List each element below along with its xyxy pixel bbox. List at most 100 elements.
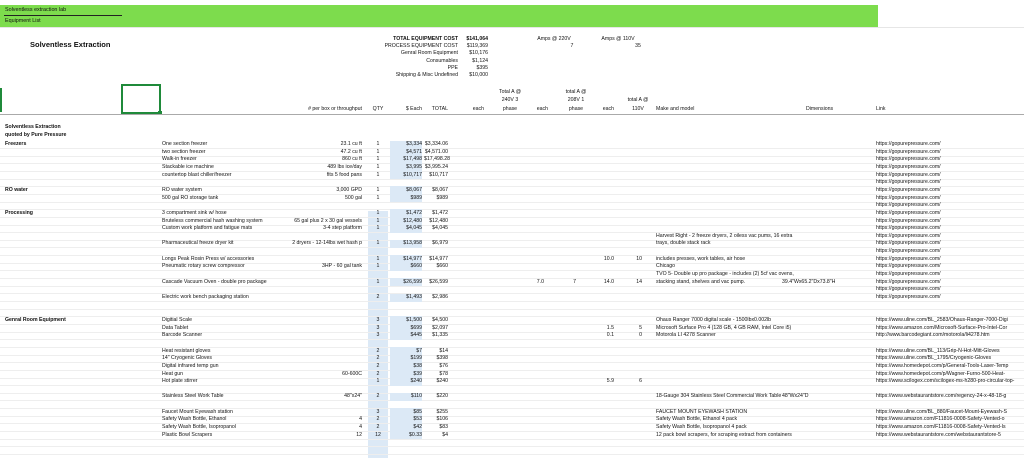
item-spec: 48"x24" — [344, 393, 362, 400]
item-qty: 1 — [376, 278, 380, 285]
item-name: Longs Peak Rosin Press w/ accessories — [162, 255, 255, 262]
sheet-banner: Solventless extraction lab Equipment Lis… — [0, 5, 878, 27]
summary-value: $10,000 — [469, 72, 488, 78]
row-gridline — [0, 224, 1024, 226]
row-gridline — [0, 377, 1024, 379]
item-link[interactable]: https://www.uline.com/BL_1795/Cryogenic-… — [876, 355, 1022, 362]
item-each: $1,493 — [406, 294, 422, 300]
banner-subtitle: Equipment List — [5, 18, 41, 24]
item-link[interactable]: https://gopurepressure.com/ — [876, 187, 1022, 194]
item-link[interactable]: https://gopurepressure.com/ — [876, 149, 1022, 156]
header-qty: QTY — [372, 106, 384, 112]
item-link[interactable]: https://www.amazon.com/Microsoft-Surface… — [876, 325, 1022, 332]
item-link[interactable]: https://www.uline.com/BL_2583/Ohaus-Rang… — [876, 317, 1022, 324]
item-link[interactable]: https://gopurepressure.com/ — [876, 256, 1022, 263]
row-gridline — [0, 454, 1024, 455]
row-gridline — [0, 362, 1024, 364]
row-gridline — [0, 301, 1024, 302]
item-link[interactable]: https://gopurepressure.com/ — [876, 202, 1022, 209]
item-link[interactable]: https://gopurepressure.com/ — [876, 240, 1022, 247]
row-gridline — [0, 392, 1024, 394]
item-link[interactable]: https://gopurepressure.com/ — [876, 271, 1022, 278]
item-total: $2,097 — [432, 324, 448, 331]
item-total: $12,480 — [429, 217, 448, 224]
item-qty: 1 — [376, 263, 380, 270]
amps-110-value: 35 — [635, 43, 641, 49]
summary-value: $395 — [476, 64, 488, 71]
sheet-title: Solventless Extraction — [30, 40, 111, 49]
item-link[interactable]: http://www.barcodegiant.com/motorola/li4… — [876, 332, 1022, 339]
item-link[interactable]: https://gopurepressure.com/ — [876, 164, 1022, 171]
item-name: Cascade Vacuum Oven - double pro package — [162, 278, 267, 285]
row-gridline — [0, 293, 1024, 295]
item-total: $8,067 — [432, 186, 448, 193]
header-each-3: each — [536, 106, 548, 112]
item-name: Faucet Mount Eyewash station — [162, 408, 233, 415]
row-gridline — [0, 354, 1024, 356]
item-link[interactable]: https://gopurepressure.com/ — [876, 286, 1022, 293]
item-link[interactable]: https://gopurepressure.com/ — [876, 279, 1022, 286]
item-link[interactable]: https://gopurepressure.com/ — [876, 141, 1022, 148]
header-make-model: Make and model — [656, 106, 695, 112]
item-link[interactable]: https://gopurepressure.com/ — [876, 195, 1022, 202]
banner-underline — [4, 15, 122, 16]
item-link[interactable]: https://www.uline.com/BL_113/Grip-N-Hot-… — [876, 348, 1022, 355]
row-gridline — [0, 163, 1024, 165]
row-selection-marker — [0, 88, 2, 112]
item-qty: 2 — [376, 393, 380, 400]
item-link[interactable]: https://www.amazon.com/F11816-0008-Safet… — [876, 424, 1022, 431]
summary-label: PPE — [447, 64, 458, 71]
amps-220-label: Amps @ 220V — [537, 36, 571, 42]
item-qty: 2 — [376, 347, 380, 354]
item-qty: 1 — [376, 171, 380, 178]
item-spec: 12 — [356, 431, 362, 438]
item-link[interactable]: https://gopurepressure.com/ — [876, 172, 1022, 179]
row-gridline — [0, 431, 1024, 433]
item-link[interactable]: https://www.webstaurantstore.com/regency… — [876, 393, 1022, 400]
item-link[interactable]: https://www.homedepot.com/p/Wagner-Furno… — [876, 371, 1022, 378]
item-link[interactable]: https://gopurepressure.com/ — [876, 225, 1022, 232]
item-link[interactable]: https://gopurepressure.com/ — [876, 210, 1022, 217]
item-total: $83 — [439, 424, 448, 431]
row-gridline — [0, 247, 1024, 249]
header-each-2: each — [472, 106, 484, 112]
item-link[interactable]: https://www.amazon.com/F11816-0008-Safet… — [876, 416, 1022, 423]
item-each: $14,977 — [403, 255, 422, 262]
item-link[interactable]: https://gopurepressure.com/ — [876, 233, 1022, 240]
item-link[interactable]: https://www.uline.com/BL_880/Faucet-Moun… — [876, 409, 1022, 416]
item-link[interactable]: https://www.webstaurantstore.com/webstau… — [876, 432, 1022, 439]
item-link[interactable]: https://gopurepressure.com/ — [876, 179, 1022, 186]
item-spec: 4 — [359, 416, 362, 423]
summary-label: TOTAL EQUIPMENT COST — [393, 36, 458, 42]
header-total-110-2: 110V — [632, 106, 644, 112]
item-total: $26,599 — [429, 278, 448, 285]
item-each: $8,067 — [406, 186, 422, 193]
header-each: $ Each — [405, 106, 422, 112]
amps-220-value: 7 — [570, 43, 574, 49]
item-make-model: 18-Gauge 304 Stainless Steel Commercial … — [656, 393, 782, 400]
item-qty: 2 — [376, 355, 380, 362]
banner-title: Solventless extraction lab — [5, 7, 67, 13]
item-total: $220 — [436, 393, 448, 400]
row-gridline — [0, 148, 1024, 149]
item-link[interactable]: https://gopurepressure.com/ — [876, 294, 1022, 301]
item-make-model: trays, double stack rack — [656, 240, 711, 247]
item-qty: 1 — [376, 209, 380, 216]
item-link[interactable]: https://gopurepressure.com/ — [876, 263, 1022, 270]
selected-cell[interactable] — [121, 84, 162, 115]
item-name: RO water system — [162, 186, 202, 193]
item-each: $4,571 — [406, 148, 422, 155]
item-link[interactable]: https://gopurepressure.com/ — [876, 218, 1022, 225]
item-each: $989 — [410, 194, 422, 201]
item-qty: 1 — [376, 225, 380, 232]
item-link[interactable]: https://www.scilogex.com/scilogex-ms-h28… — [876, 378, 1022, 385]
item-each: $445 — [410, 332, 422, 339]
item-each: $699 — [410, 324, 422, 331]
item-each: $660 — [410, 263, 422, 270]
item-total: $78 — [439, 370, 448, 377]
item-link[interactable]: https://gopurepressure.com/ — [876, 248, 1022, 255]
item-link[interactable]: https://www.homedepot.com/p/General-Tool… — [876, 363, 1022, 370]
item-amps-208: 5.9 — [606, 378, 614, 385]
item-link[interactable]: https://gopurepressure.com/ — [876, 156, 1022, 163]
item-dimensions: 48"Wx24"D — [782, 393, 809, 400]
